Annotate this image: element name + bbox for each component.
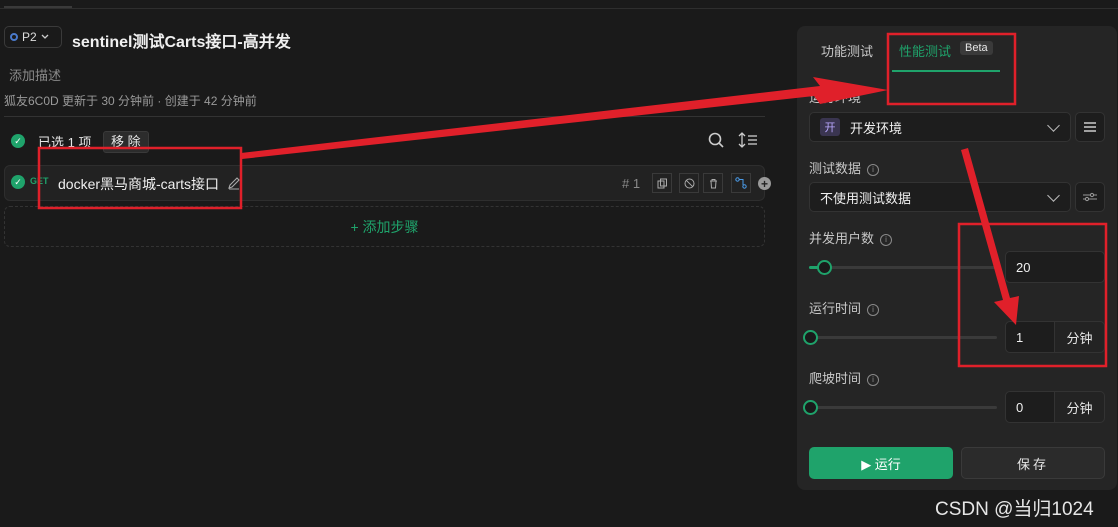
- chevron-down-icon: [1047, 119, 1060, 132]
- settings-sliders-icon: [1083, 192, 1097, 202]
- concurrency-label: 并发用户数 i: [809, 228, 893, 247]
- test-data-select[interactable]: 不使用测试数据: [809, 182, 1071, 212]
- copy-icon[interactable]: [652, 173, 672, 193]
- info-icon: i: [867, 303, 880, 316]
- beta-badge: Beta: [960, 41, 993, 55]
- info-icon: i: [867, 163, 880, 176]
- add-circle-icon[interactable]: +: [758, 177, 771, 190]
- test-data-label: 测试数据 i: [809, 158, 880, 177]
- duration-unit-select[interactable]: 分钟: [1055, 321, 1105, 353]
- step-index: # 1: [622, 176, 641, 191]
- info-icon: i: [867, 373, 880, 386]
- select-all-checkbox[interactable]: ✓: [11, 134, 25, 148]
- priority-dot-icon: [10, 33, 18, 41]
- env-badge: 开: [820, 118, 840, 136]
- step-checkbox[interactable]: ✓: [11, 175, 25, 189]
- delete-icon[interactable]: [703, 173, 723, 193]
- duration-label: 运行时间 i: [809, 298, 880, 317]
- rampup-input[interactable]: 0: [1005, 391, 1055, 423]
- concurrency-label-text: 并发用户数: [809, 231, 875, 246]
- chevron-down-icon: [1047, 189, 1060, 202]
- test-data-settings-button[interactable]: [1075, 182, 1105, 212]
- search-icon[interactable]: [708, 132, 724, 148]
- save-button[interactable]: 保存: [961, 447, 1105, 479]
- link-icon[interactable]: [731, 173, 751, 193]
- method-badge: GET: [30, 176, 49, 186]
- top-tab-indicator: [4, 6, 72, 8]
- remove-button[interactable]: 移 除: [103, 131, 149, 153]
- rampup-slider-thumb[interactable]: [803, 400, 818, 415]
- rampup-slider-track[interactable]: [809, 406, 997, 409]
- sort-icon[interactable]: [738, 132, 758, 148]
- duration-slider-thumb[interactable]: [803, 330, 818, 345]
- test-data-value: 不使用测试数据: [820, 190, 912, 206]
- duration-slider-track[interactable]: [809, 336, 997, 339]
- watermark: CSDN @当归1024: [935, 499, 1094, 520]
- info-icon: i: [880, 233, 893, 246]
- active-tab-indicator: [892, 70, 1000, 72]
- update-meta: 狐友6C0D 更新于 30 分钟前 · 创建于 42 分钟前: [4, 94, 257, 108]
- step-name[interactable]: docker黑马商城-carts接口: [58, 174, 219, 194]
- rampup-unit-select[interactable]: 分钟: [1055, 391, 1105, 423]
- rampup-label: 爬坡时间 i: [809, 368, 880, 387]
- run-button[interactable]: ▶ 运行: [809, 447, 953, 479]
- env-label: 运行环境: [809, 90, 862, 105]
- concurrency-input[interactable]: 20: [1005, 251, 1105, 283]
- rampup-label-text: 爬坡时间: [809, 371, 862, 386]
- divider: [4, 116, 765, 117]
- chevron-down-icon: [41, 34, 49, 39]
- concurrency-slider-thumb[interactable]: [817, 260, 833, 275]
- selected-count: 已选 1 项: [38, 135, 92, 150]
- edit-icon[interactable]: [227, 176, 241, 190]
- env-menu-button[interactable]: [1075, 112, 1105, 142]
- duration-label-text: 运行时间: [809, 301, 862, 316]
- annotation-arrow-1: [241, 77, 888, 159]
- description-field[interactable]: 添加描述: [9, 65, 61, 84]
- env-value: 开发环境: [850, 120, 903, 136]
- duration-input[interactable]: 1: [1005, 321, 1055, 353]
- menu-icon: [1084, 122, 1096, 132]
- priority-label: P2: [22, 30, 37, 44]
- concurrency-slider-track[interactable]: [809, 266, 997, 269]
- tab-functional-test[interactable]: 功能测试: [821, 41, 873, 60]
- page-title[interactable]: sentinel测试Carts接口-高并发: [72, 28, 291, 52]
- disable-icon[interactable]: [679, 173, 699, 193]
- priority-select[interactable]: P2: [4, 26, 62, 48]
- test-data-label-text: 测试数据: [809, 161, 862, 176]
- add-step-button[interactable]: + 添加步骤: [4, 206, 765, 247]
- env-select[interactable]: 开 开发环境: [809, 112, 1071, 142]
- tab-performance-test[interactable]: 性能测试: [899, 41, 951, 60]
- top-divider: [0, 8, 1118, 9]
